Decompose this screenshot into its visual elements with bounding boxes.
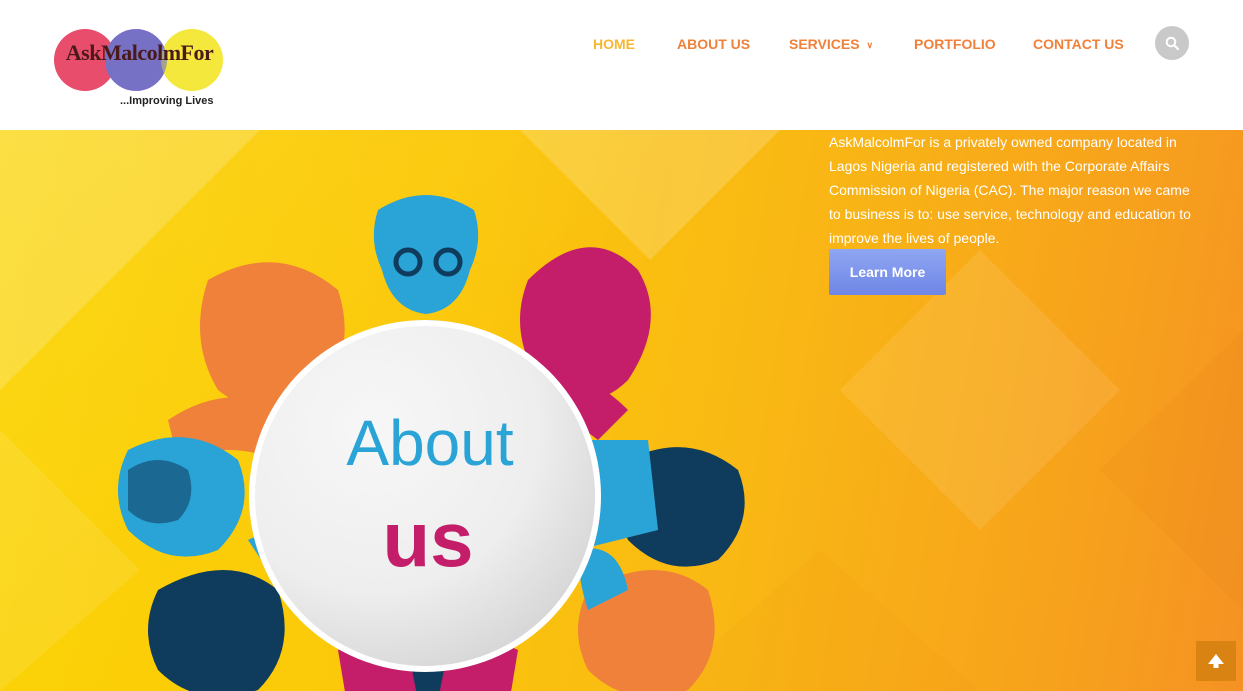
nav-contact-us[interactable]: CONTACT US [1033,36,1124,52]
logo-tagline: ...Improving Lives [120,95,214,107]
nav-home[interactable]: HOME [593,36,635,52]
learn-more-button[interactable]: Learn More [829,249,946,295]
about-us-graphic: About us [118,195,745,691]
search-button[interactable] [1155,26,1189,60]
nav-portfolio[interactable]: PORTFOLIO [914,36,996,52]
graphic-us-text: us [382,495,473,583]
graphic-about-text: About [346,407,513,479]
nav-services-label: SERVICES [789,36,860,52]
chevron-down-icon: ∨ [866,40,874,50]
arrow-up-icon [1208,654,1224,668]
nav-services[interactable]: SERVICES ∨ [789,36,873,52]
nav-about-us[interactable]: ABOUT US [677,36,750,52]
hero-section: About us AskMalcolmFor is a privately ow… [0,130,1243,691]
about-description: AskMalcolmFor is a privately owned compa… [829,134,1191,246]
logo-wordmark: AskMalcolmFor [65,40,214,65]
scroll-to-top-button[interactable] [1196,641,1236,681]
site-header: AskMalcolmFor ...Improving Lives HOME AB… [0,0,1243,130]
search-icon [1165,36,1179,50]
logo[interactable]: AskMalcolmFor ...Improving Lives [52,22,227,114]
